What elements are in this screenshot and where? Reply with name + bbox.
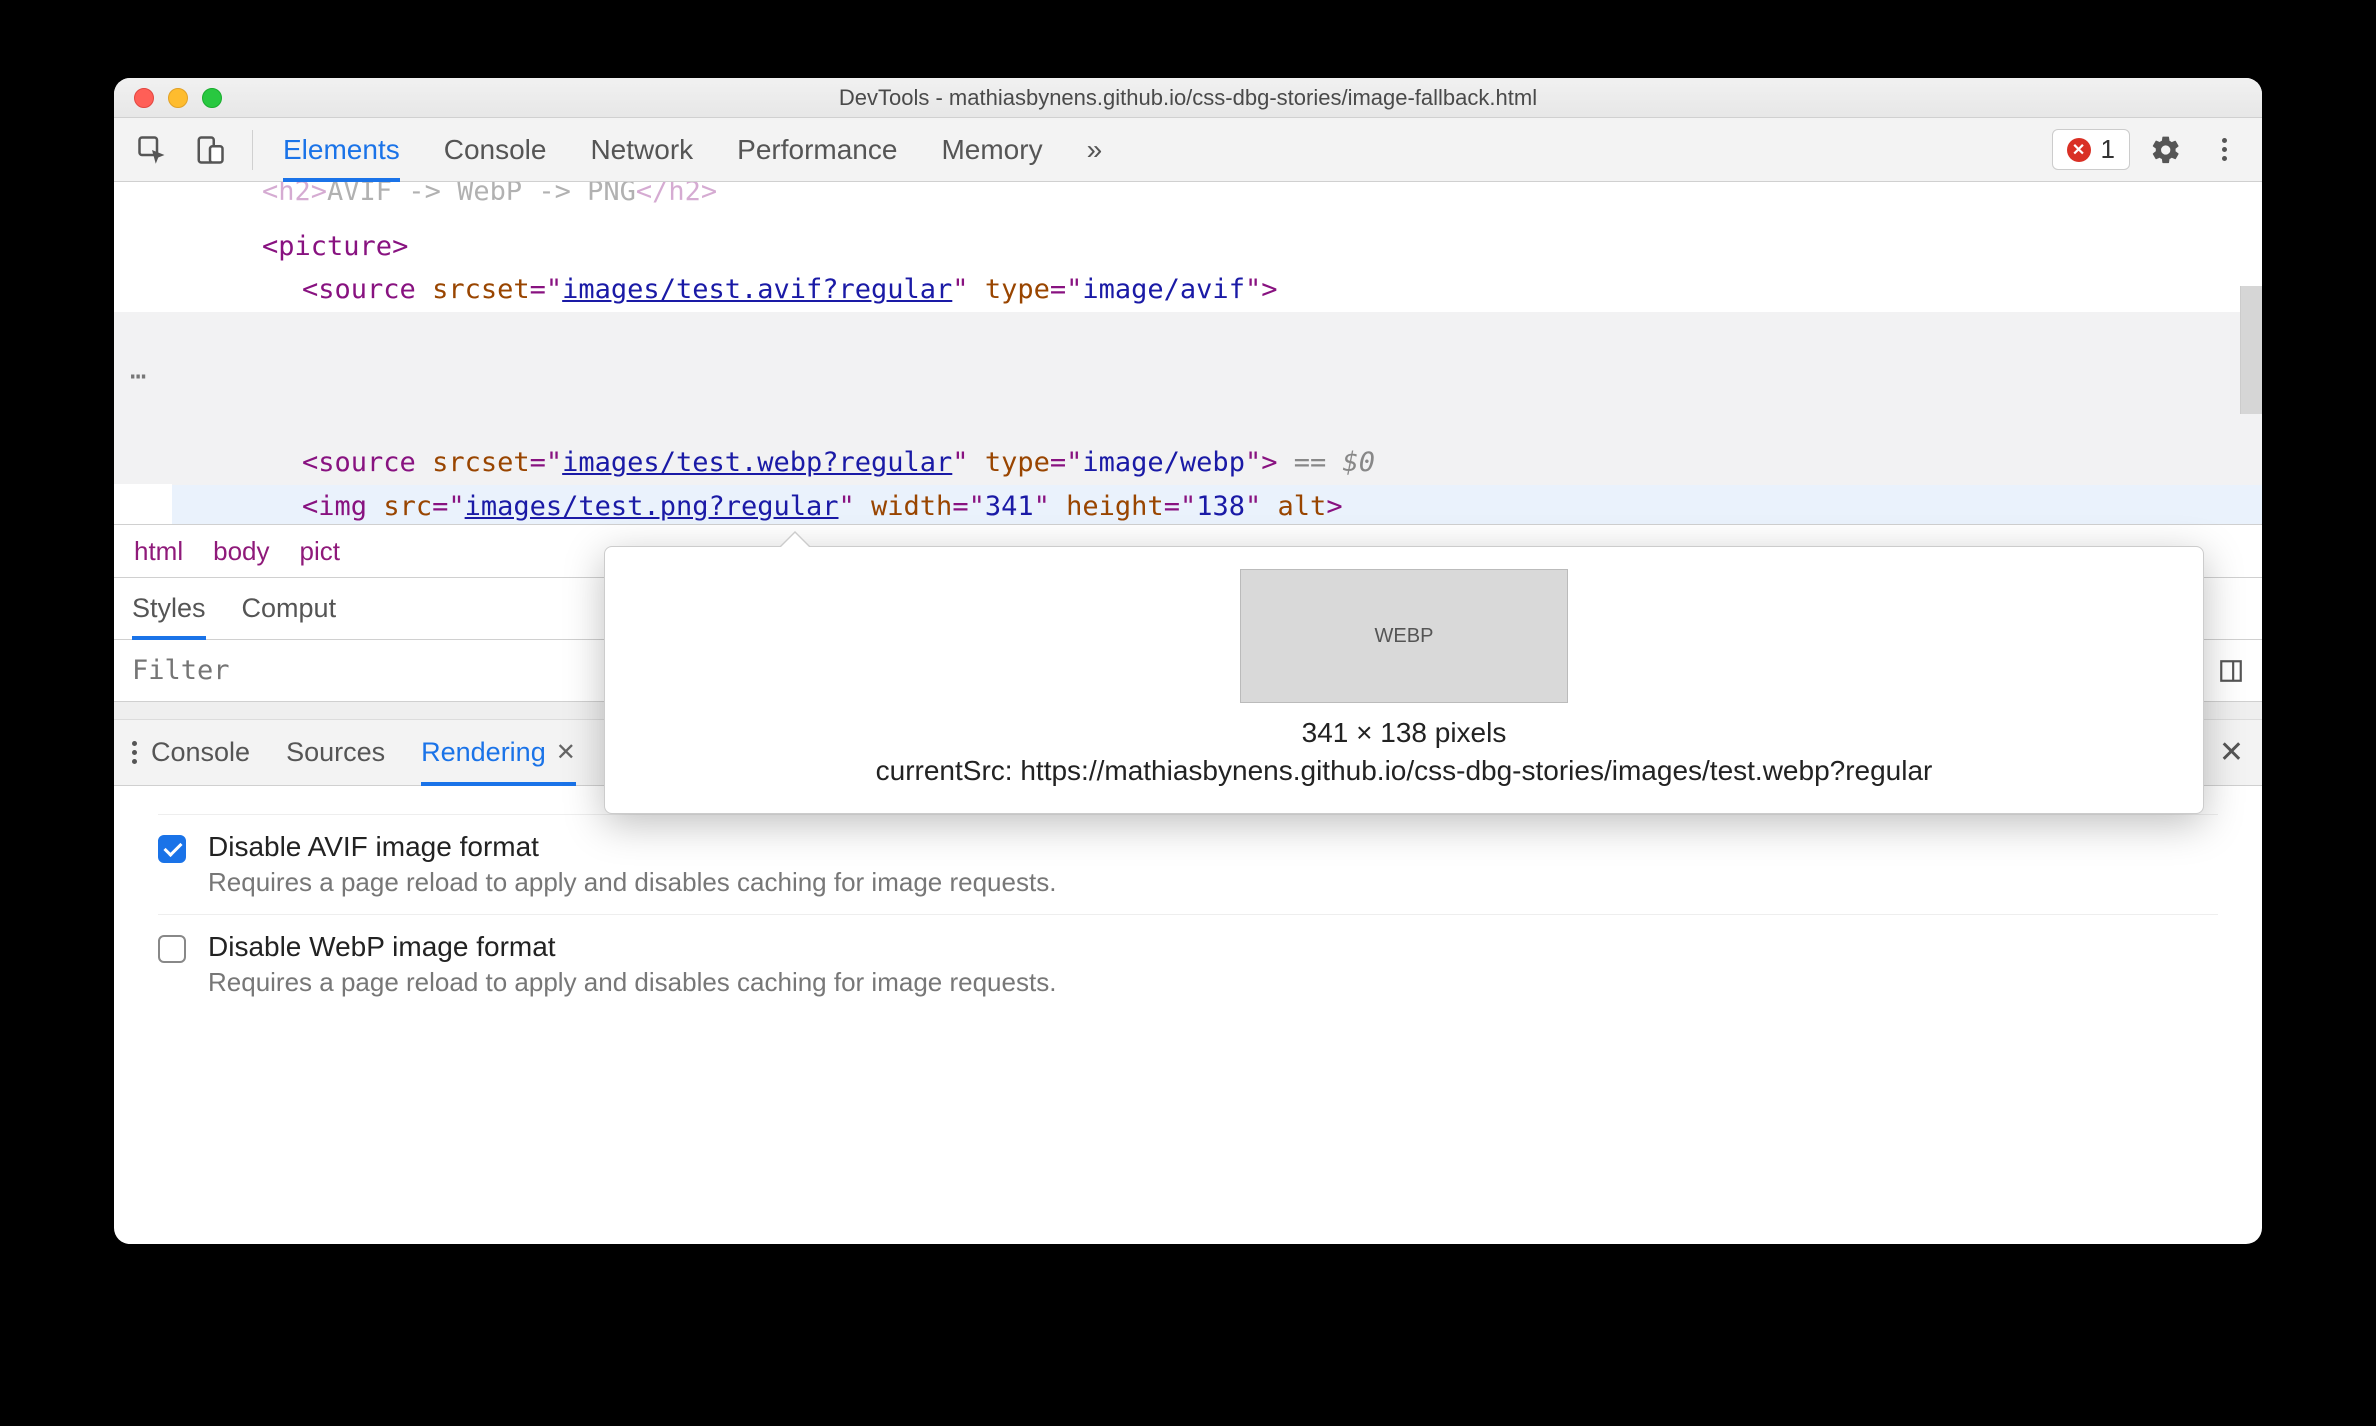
- image-thumbnail: WEBP: [1240, 569, 1568, 703]
- settings-icon[interactable]: [2144, 128, 2188, 172]
- window-title: DevTools - mathiasbynens.github.io/css-d…: [114, 85, 2262, 111]
- selected-marker: == $0: [1294, 447, 1375, 478]
- error-count: 1: [2101, 134, 2115, 165]
- close-tab-icon[interactable]: ✕: [556, 738, 576, 767]
- option-title: Disable WebP image format: [208, 931, 1056, 963]
- styles-tab-computed[interactable]: Comput: [242, 578, 337, 639]
- breadcrumb-item[interactable]: pict: [300, 536, 340, 567]
- image-preview-popover: WEBP 341 × 138 pixels currentSrc: https:…: [604, 546, 2204, 814]
- tab-label: Memory: [941, 134, 1042, 166]
- tab-label: Performance: [737, 134, 897, 166]
- drawer-tab-sources[interactable]: Sources: [286, 720, 385, 785]
- tab-network[interactable]: Network: [590, 118, 693, 181]
- elements-dom-tree[interactable]: <h2>AVIF -> WebP -> PNG</h2> <picture> <…: [114, 182, 2262, 524]
- titlebar: DevTools - mathiasbynens.github.io/css-d…: [114, 78, 2262, 118]
- breadcrumb-item[interactable]: html: [134, 536, 183, 567]
- rendering-option: Disable AVIF image format Requires a pag…: [158, 814, 2218, 914]
- option-title: Disable AVIF image format: [208, 831, 1056, 863]
- tabs-overflow-button[interactable]: »: [1087, 118, 1103, 181]
- attr-value: 138: [1196, 491, 1245, 522]
- option-description: Requires a page reload to apply and disa…: [208, 967, 1056, 998]
- tab-elements[interactable]: Elements: [283, 118, 400, 181]
- dom-line[interactable]: <picture>: [172, 225, 2262, 268]
- image-dimensions: 341 × 138 pixels: [641, 717, 2167, 749]
- more-menu-icon[interactable]: [2202, 128, 2246, 172]
- tab-console[interactable]: Console: [444, 118, 547, 181]
- tab-label: Styles: [132, 593, 206, 624]
- tab-label: Network: [590, 134, 693, 166]
- option-description: Requires a page reload to apply and disa…: [208, 867, 1056, 898]
- attr-value[interactable]: images/test.avif?regular: [562, 274, 952, 305]
- tab-label: Comput: [242, 593, 337, 624]
- tab-label: Rendering: [421, 737, 546, 768]
- main-toolbar: Elements Console Network Performance Mem…: [114, 118, 2262, 182]
- tab-performance[interactable]: Performance: [737, 118, 897, 181]
- devtools-window: DevTools - mathiasbynens.github.io/css-d…: [114, 78, 2262, 1244]
- device-toolbar-icon[interactable]: [188, 128, 232, 172]
- checkbox-disable-webp[interactable]: [158, 935, 186, 963]
- expand-dots-icon[interactable]: ⋯: [130, 355, 146, 398]
- attr-value[interactable]: images/test.webp?regular: [562, 447, 952, 478]
- attr-value: image/avif: [1082, 274, 1245, 305]
- checkbox-disable-avif[interactable]: [158, 835, 186, 863]
- styles-pane-menu-icon[interactable]: [2218, 658, 2244, 684]
- tab-label: Console: [444, 134, 547, 166]
- dom-line-hovered[interactable]: <source srcset="images/test.webp?regular…: [172, 441, 2262, 484]
- tab-memory[interactable]: Memory: [941, 118, 1042, 181]
- styles-tab-styles[interactable]: Styles: [132, 578, 206, 639]
- tab-label: Elements: [283, 134, 400, 166]
- inspect-element-icon[interactable]: [130, 128, 174, 172]
- dom-line[interactable]: <source srcset="images/test.avif?regular…: [172, 268, 2262, 311]
- attr-value: image/webp: [1082, 447, 1245, 478]
- tab-label: Sources: [286, 737, 385, 768]
- scrollbar[interactable]: [2240, 286, 2262, 414]
- breadcrumb-item[interactable]: body: [213, 536, 269, 567]
- attr-value: 341: [985, 491, 1034, 522]
- rendering-option: Disable WebP image format Requires a pag…: [158, 914, 2218, 1014]
- thumb-label: WEBP: [1375, 625, 1434, 648]
- dom-line-selected[interactable]: <img src="images/test.png?regular" width…: [172, 485, 2262, 525]
- error-icon: ✕: [2067, 138, 2091, 162]
- close-drawer-icon[interactable]: ✕: [2219, 735, 2244, 770]
- rendering-panel: Disable AVIF image format Requires a pag…: [114, 786, 2262, 1042]
- dom-line[interactable]: <h2>AVIF -> WebP -> PNG</h2>: [172, 182, 2262, 213]
- tab-label: Console: [151, 737, 250, 768]
- divider: [252, 130, 253, 170]
- image-current-src: currentSrc: https://mathiasbynens.github…: [641, 755, 2167, 787]
- drawer-tab-console[interactable]: Console: [151, 720, 250, 785]
- panel-tabs: Elements Console Network Performance Mem…: [273, 118, 1102, 181]
- drawer-tab-rendering[interactable]: Rendering ✕: [421, 720, 576, 785]
- attr-value[interactable]: images/test.png?regular: [465, 491, 839, 522]
- drawer-menu-icon[interactable]: [132, 731, 137, 775]
- error-badge[interactable]: ✕ 1: [2052, 129, 2130, 170]
- overflow-glyph: »: [1087, 134, 1103, 166]
